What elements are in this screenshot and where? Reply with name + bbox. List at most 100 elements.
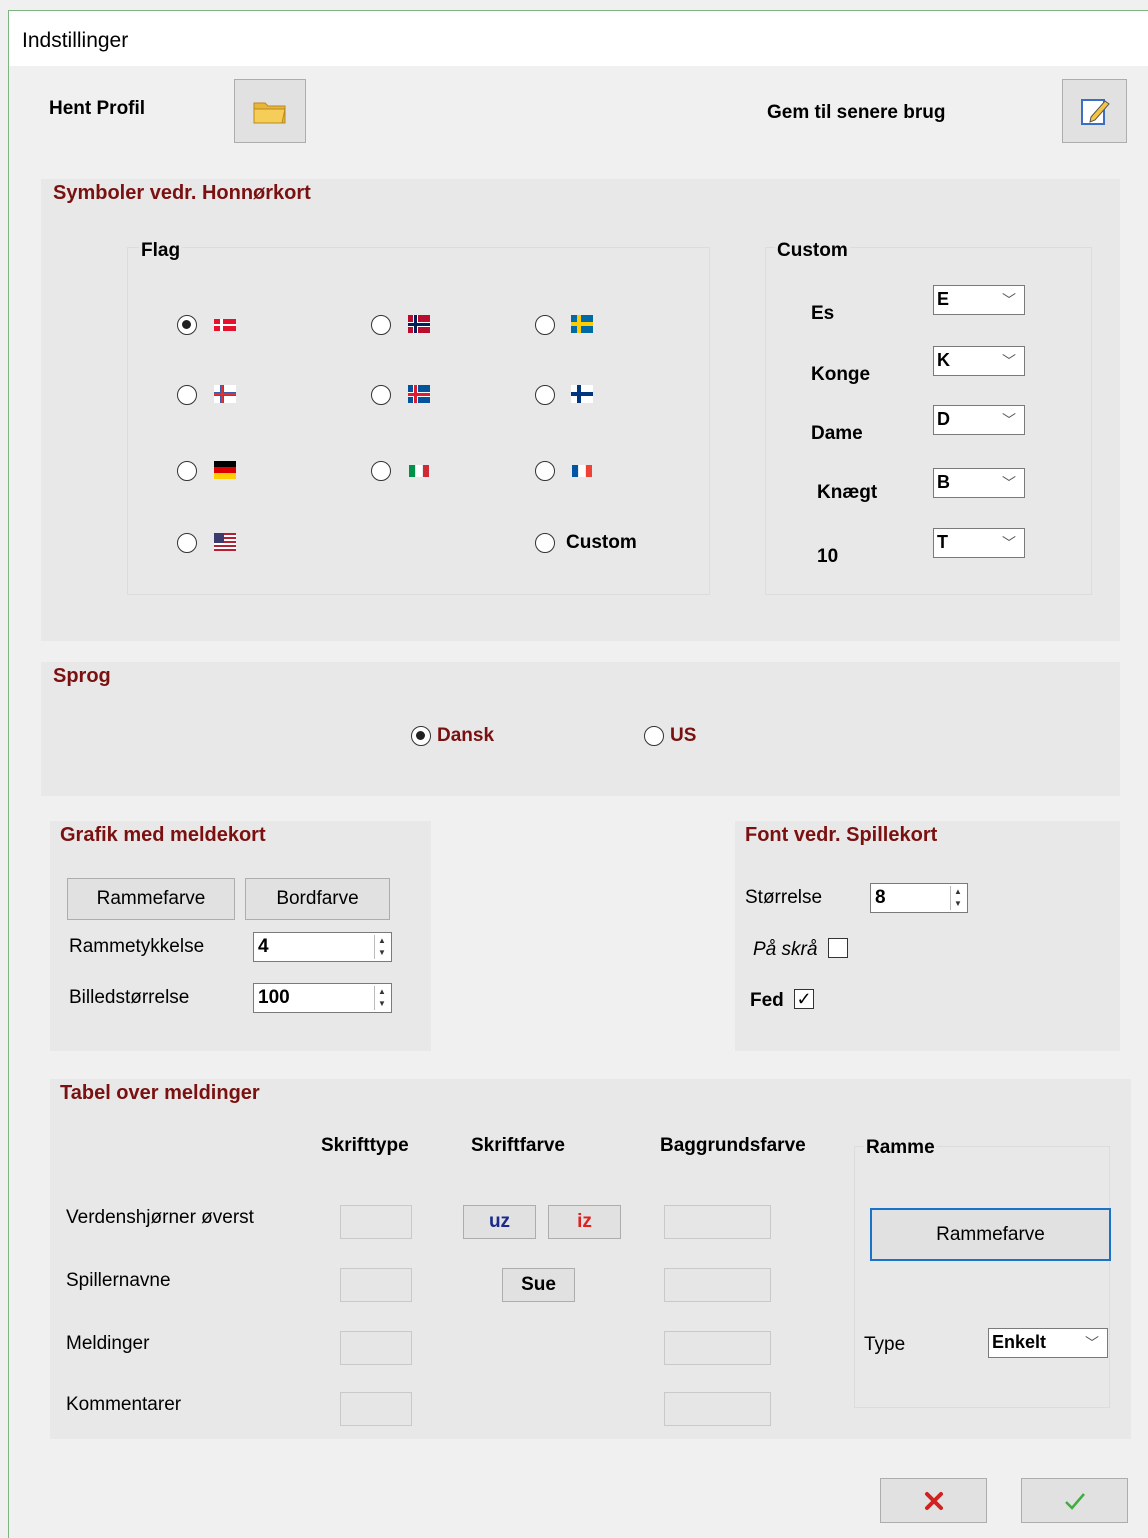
italic-checkbox[interactable] <box>828 938 848 958</box>
radio-flag-italy[interactable] <box>371 461 391 481</box>
frame-type-label: Type <box>864 1334 906 1355</box>
custom-select-es-value: E <box>937 289 950 309</box>
row-label-bids: Meldinger <box>66 1333 150 1354</box>
radio-flag-custom[interactable] <box>535 533 555 553</box>
radio-flag-germany[interactable] <box>177 461 197 481</box>
sue-color-button[interactable]: Sue <box>502 1268 575 1302</box>
radio-flag-sweden[interactable] <box>535 315 555 335</box>
faroe-flag-icon <box>214 385 236 403</box>
col-font-header: Skrifttype <box>321 1135 409 1156</box>
chevron-down-icon: ﹀ <box>1085 1335 1099 1351</box>
chevron-down-icon: ﹀ <box>1002 353 1016 369</box>
custom-select-konge[interactable]: K ﹀ <box>933 346 1025 376</box>
custom-select-dame-value: D <box>937 409 950 429</box>
cancel-button[interactable] <box>880 1478 987 1523</box>
iceland-flag-icon <box>408 385 430 403</box>
frame-thickness-value: 4 <box>258 936 269 957</box>
radio-flag-usa[interactable] <box>177 533 197 553</box>
radio-language-dansk-label: Dansk <box>437 725 495 746</box>
custom-select-es[interactable]: E ﹀ <box>933 285 1025 315</box>
france-flag-icon <box>572 465 592 477</box>
italic-label: På skrå <box>753 939 818 960</box>
frame-panel <box>854 1146 1110 1408</box>
iz-color-button[interactable]: iz <box>548 1205 621 1239</box>
save-profile-label: Gem til senere brug <box>767 102 946 123</box>
radio-flag-faroe[interactable] <box>177 385 197 405</box>
font-size-stepper[interactable]: 8 ▲ ▼ <box>870 883 968 913</box>
language-group-title: Sprog <box>53 665 111 687</box>
frame-thickness-stepper[interactable]: 4 ▲ ▼ <box>253 932 392 962</box>
custom-label-es: Es <box>811 303 835 324</box>
frame-type-select[interactable]: Enkelt ﹀ <box>988 1328 1108 1358</box>
save-profile-button[interactable] <box>1062 79 1127 143</box>
usa-flag-icon <box>214 533 236 551</box>
custom-select-10-value: T <box>937 532 948 552</box>
denmark-flag-icon <box>214 319 236 331</box>
germany-flag-icon <box>214 461 236 479</box>
symbols-group: Symboler vedr. Honnørkort Flag Custom Cu… <box>41 179 1120 641</box>
chevron-down-icon: ﹀ <box>1002 535 1016 551</box>
italy-flag-icon <box>409 465 429 477</box>
font-cell-players[interactable] <box>340 1268 412 1302</box>
image-size-label: Billedstørrelse <box>69 987 190 1008</box>
radio-flag-denmark[interactable] <box>177 315 197 335</box>
row-label-directions: Verdenshjørner øverst <box>66 1207 254 1228</box>
font-cell-comments[interactable] <box>340 1392 412 1426</box>
font-group: Font vedr. Spillekort Størrelse 8 ▲ ▼ På s… <box>735 821 1120 1051</box>
folder-icon <box>253 102 286 124</box>
ok-button[interactable] <box>1021 1478 1128 1523</box>
custom-select-konge-value: K <box>937 350 950 370</box>
custom-select-knaegt[interactable]: B ﹀ <box>933 468 1025 498</box>
flag-panel-title: Flag <box>139 240 183 262</box>
stepper-arrows-icon[interactable]: ▲ ▼ <box>950 886 965 910</box>
col-bg-header: Baggrundsfarve <box>660 1135 806 1156</box>
image-size-stepper[interactable]: 100 ▲ ▼ <box>253 983 392 1013</box>
bg-cell-bids[interactable] <box>664 1331 771 1365</box>
font-size-label: Størrelse <box>745 887 823 908</box>
window-title: Indstillinger <box>22 29 129 52</box>
frame-panel-title: Ramme <box>864 1137 937 1159</box>
bold-checkbox[interactable]: ✓ <box>794 989 814 1009</box>
table-group: Tabel over meldinger Skrifttype Skriftfa… <box>50 1079 1131 1439</box>
radio-language-us[interactable] <box>644 726 664 746</box>
frame-thickness-label: Rammetykkelse <box>69 936 205 957</box>
norway-flag-icon <box>408 315 430 333</box>
table-group-title: Tabel over meldinger <box>60 1082 260 1104</box>
stepper-arrows-icon[interactable]: ▲ ▼ <box>374 935 389 959</box>
table-color-button[interactable]: Bordfarve <box>245 878 390 920</box>
radio-language-us-label: US <box>670 725 697 746</box>
radio-flag-norway[interactable] <box>371 315 391 335</box>
bg-cell-players[interactable] <box>664 1268 771 1302</box>
bg-cell-directions[interactable] <box>664 1205 771 1239</box>
load-profile-label: Hent Profil <box>49 98 146 119</box>
font-cell-bids[interactable] <box>340 1331 412 1365</box>
radio-flag-custom-label: Custom <box>566 532 637 553</box>
radio-flag-france[interactable] <box>535 461 555 481</box>
row-label-comments: Kommentarer <box>66 1394 182 1415</box>
settings-window: Indstillinger Hent Profil Gem til senere… <box>8 10 1148 1538</box>
sweden-flag-icon <box>571 315 593 333</box>
custom-select-dame[interactable]: D ﹀ <box>933 405 1025 435</box>
font-group-title: Font vedr. Spillekort <box>745 824 938 846</box>
custom-select-10[interactable]: T ﹀ <box>933 528 1025 558</box>
edit-icon <box>1080 99 1110 125</box>
load-profile-button[interactable] <box>234 79 306 143</box>
font-cell-directions[interactable] <box>340 1205 412 1239</box>
finland-flag-icon <box>571 385 593 403</box>
row-label-players: Spillernavne <box>66 1270 171 1291</box>
col-color-header: Skriftfarve <box>471 1135 565 1156</box>
radio-flag-iceland[interactable] <box>371 385 391 405</box>
table-frame-color-button[interactable]: Rammefarve <box>870 1208 1111 1261</box>
uz-color-button[interactable]: uz <box>463 1205 536 1239</box>
custom-label-10: 10 <box>817 546 839 567</box>
custom-panel <box>765 247 1092 595</box>
custom-label-konge: Konge <box>811 364 871 385</box>
stepper-arrows-icon[interactable]: ▲ ▼ <box>374 986 389 1010</box>
radio-language-dansk[interactable] <box>411 726 431 746</box>
chevron-down-icon: ﹀ <box>1002 475 1016 491</box>
frame-color-button[interactable]: Rammefarve <box>67 878 235 920</box>
close-icon <box>924 1492 943 1510</box>
bg-cell-comments[interactable] <box>664 1392 771 1426</box>
radio-flag-finland[interactable] <box>535 385 555 405</box>
bold-label: Fed <box>750 990 784 1011</box>
